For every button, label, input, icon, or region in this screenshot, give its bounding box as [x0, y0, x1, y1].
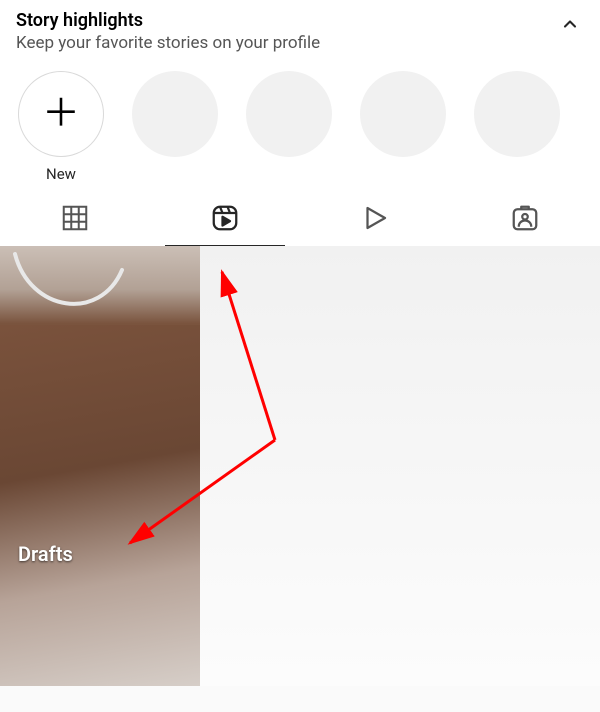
- highlight-placeholder: [358, 71, 448, 183]
- new-highlight-label: New: [46, 165, 76, 183]
- wire-shape: [10, 252, 130, 332]
- reels-icon: [210, 203, 240, 233]
- plus-icon: ＋: [42, 95, 80, 133]
- tagged-icon: [510, 203, 540, 233]
- collapse-button[interactable]: [556, 10, 584, 42]
- play-outline-icon: [360, 203, 390, 233]
- highlights-title: Story highlights: [16, 10, 320, 31]
- new-highlight-circle[interactable]: ＋: [18, 71, 104, 157]
- highlight-placeholder: [130, 71, 220, 183]
- tab-video[interactable]: [300, 190, 450, 246]
- tab-tagged[interactable]: [450, 190, 600, 246]
- reels-content-area: Drafts: [0, 246, 600, 686]
- highlight-placeholder-circle: [360, 71, 446, 157]
- highlight-new[interactable]: ＋ New: [16, 71, 106, 183]
- highlights-subtitle: Keep your favorite stories on your profi…: [16, 33, 320, 53]
- tab-reels[interactable]: [150, 190, 300, 246]
- highlight-placeholder-circle: [246, 71, 332, 157]
- chevron-up-icon: [560, 14, 580, 34]
- highlight-placeholder-circle: [132, 71, 218, 157]
- reel-draft-thumbnail[interactable]: Drafts: [0, 246, 200, 686]
- highlight-placeholder: [244, 71, 334, 183]
- highlights-header[interactable]: Story highlights Keep your favorite stor…: [16, 10, 584, 53]
- highlight-placeholder: [472, 71, 562, 183]
- highlight-placeholder-circle: [474, 71, 560, 157]
- tab-grid[interactable]: [0, 190, 150, 246]
- profile-tabs: [0, 189, 600, 246]
- grid-icon: [60, 203, 90, 233]
- story-highlights-section: Story highlights Keep your favorite stor…: [0, 0, 600, 189]
- draft-label: Drafts: [18, 542, 73, 566]
- highlights-row: ＋ New: [16, 53, 584, 189]
